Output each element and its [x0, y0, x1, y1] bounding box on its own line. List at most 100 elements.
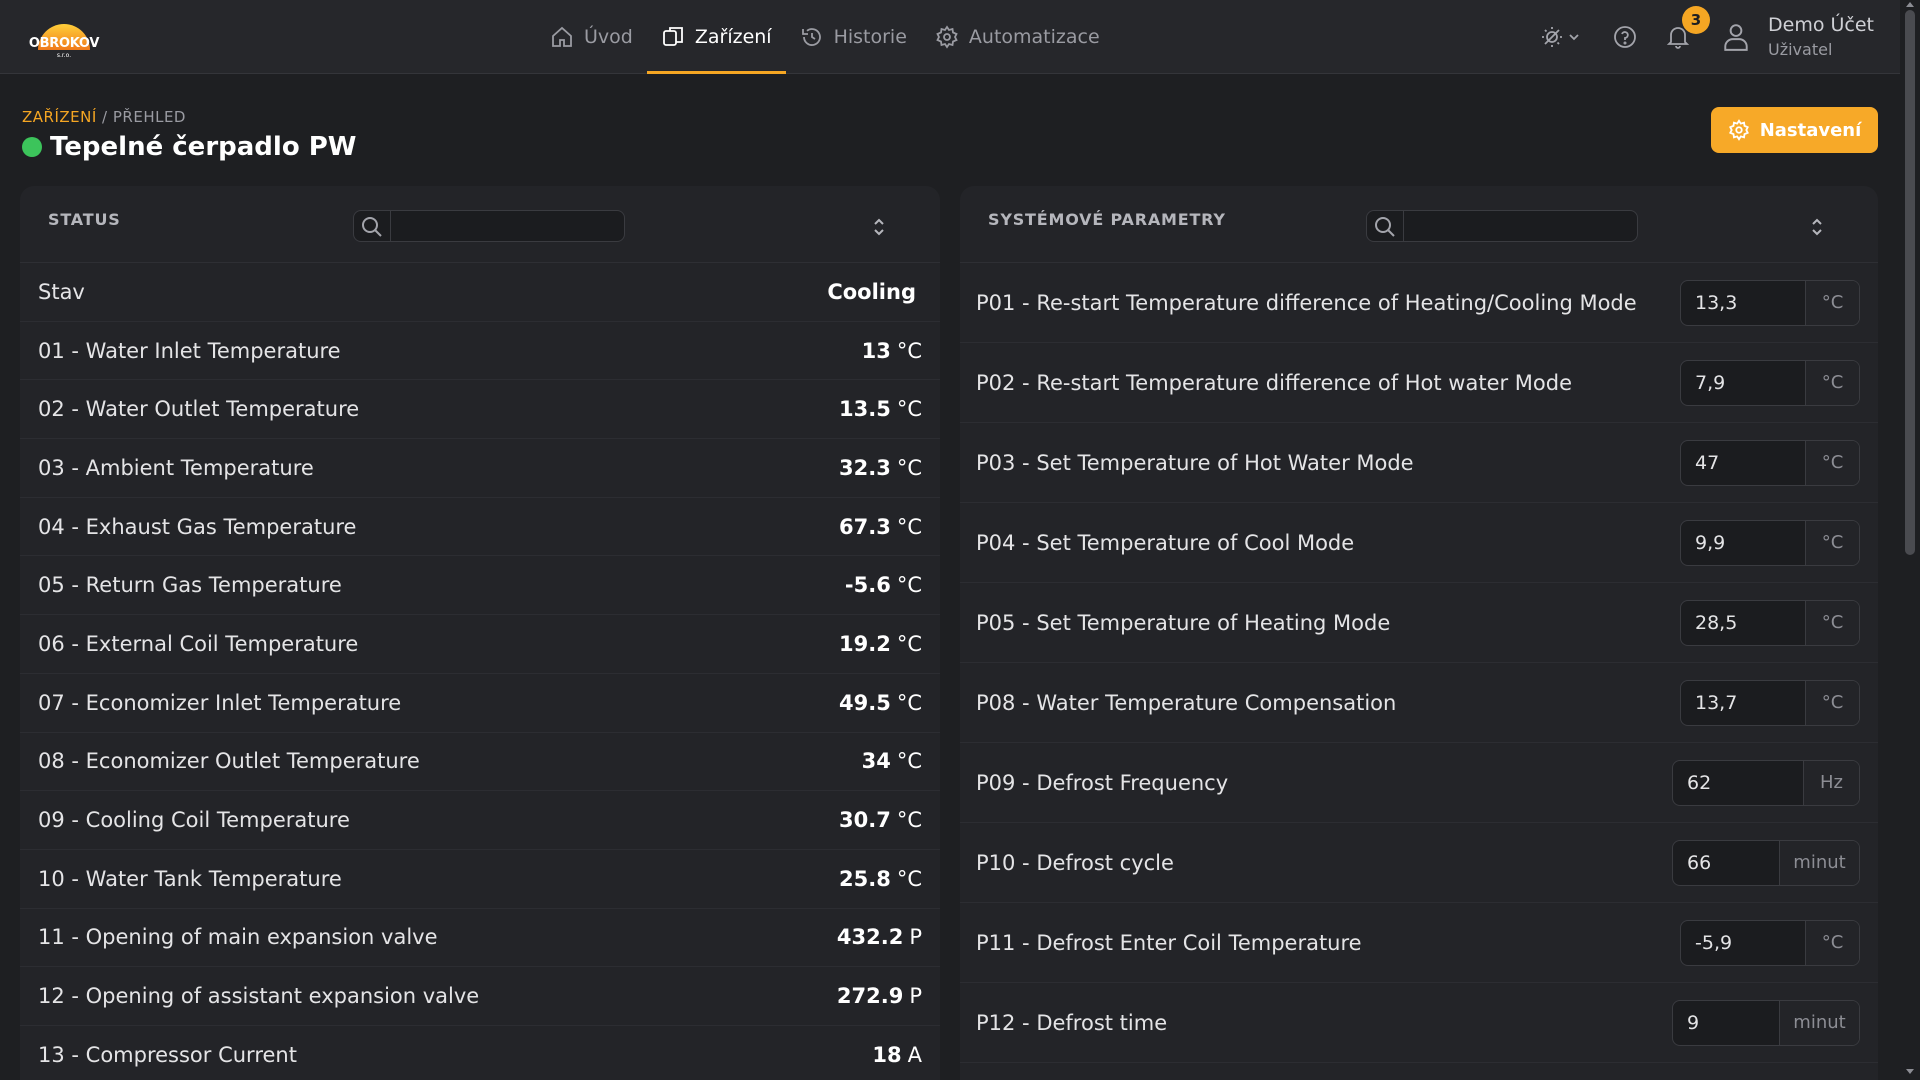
param-value-field[interactable]: 13,3 °C	[1680, 279, 1860, 326]
param-label: P03 - Set Temperature of Hot Water Mode	[976, 450, 1414, 475]
status-row: 08 - Economizer Outlet Temperature 34 °C	[20, 733, 940, 792]
search-divider	[1403, 211, 1404, 241]
chevron-down-icon	[1569, 34, 1579, 41]
param-value-field[interactable]: -5,9 °C	[1680, 919, 1860, 966]
status-row: 10 - Water Tank Temperature 25.8 °C	[20, 850, 940, 909]
param-value[interactable]: -5,9	[1681, 921, 1805, 965]
status-sort-toggle[interactable]	[870, 216, 888, 238]
param-label: P02 - Re-start Temperature difference of…	[976, 370, 1573, 395]
status-label: 02 - Water Outlet Temperature	[38, 397, 360, 422]
param-value[interactable]: 13,7	[1681, 681, 1805, 725]
settings-label: Nastavení	[1759, 119, 1862, 141]
help-button[interactable]	[1612, 24, 1638, 50]
status-panel-title: STATUS	[48, 210, 121, 229]
status-value-number: 432.2	[836, 925, 904, 950]
brand-logo[interactable]: OBROKOV s.r.o.	[26, 12, 102, 64]
nav-label: Úvod	[584, 26, 633, 48]
nav-item-historie[interactable]: Historie	[786, 0, 921, 74]
status-value-unit: °C	[896, 573, 922, 598]
status-row: 05 - Return Gas Temperature -5.6 °C	[20, 556, 940, 616]
param-value-field[interactable]: 62 Hz	[1672, 759, 1860, 806]
search-icon	[362, 217, 382, 237]
nav-item-uvod[interactable]: Úvod	[536, 0, 647, 74]
param-value-field[interactable]: 47 °C	[1680, 439, 1860, 486]
params-sort-toggle[interactable]	[1808, 216, 1826, 238]
status-panel: STATUS Stav Cooling 01 - Water Inlet Tempe…	[20, 186, 940, 1080]
param-value[interactable]: 9,9	[1681, 521, 1805, 565]
param-row: P10 - Defrost cycle 66 minut	[960, 823, 1878, 903]
status-value-unit: °C	[896, 455, 922, 480]
status-value-number: 34	[861, 749, 891, 774]
scroll-thumb[interactable]	[1905, 10, 1915, 555]
breadcrumb-section[interactable]: ZAŘÍZENÍ	[22, 108, 97, 126]
param-row: P02 - Re-start Temperature difference of…	[960, 343, 1878, 423]
param-value-field[interactable]: 9 minut	[1672, 999, 1860, 1046]
status-label: 13 - Compressor Current	[38, 1042, 297, 1067]
status-value: 32.3 °C	[839, 456, 922, 480]
param-label: P09 - Defrost Frequency	[976, 770, 1229, 795]
status-panel-header: STATUS	[20, 186, 940, 263]
status-row: 07 - Economizer Inlet Temperature 49.5 °C	[20, 674, 940, 733]
nav-item-zarizeni[interactable]: Zařízení	[646, 0, 786, 74]
search-icon	[1375, 217, 1395, 237]
theme-toggle[interactable]	[1540, 24, 1580, 50]
param-value-field[interactable]: 9,9 °C	[1680, 519, 1860, 566]
settings-button[interactable]: Nastavení	[1711, 107, 1878, 153]
breadcrumb-separator: /	[96, 108, 113, 126]
param-value-field[interactable]: 13,7 °C	[1680, 679, 1860, 726]
param-value[interactable]: 13,3	[1681, 281, 1805, 325]
param-unit: °C	[1805, 680, 1859, 725]
main-nav: Úvod Zařízení Historie Automatizace	[536, 0, 1114, 74]
param-value[interactable]: 62	[1673, 761, 1803, 805]
param-label: P11 - Defrost Enter Coil Temperature	[976, 930, 1362, 955]
status-search-input[interactable]	[394, 213, 618, 239]
param-label: P10 - Defrost cycle	[976, 850, 1174, 875]
status-label: 07 - Economizer Inlet Temperature	[38, 690, 402, 715]
status-value-number: 19.2	[839, 631, 891, 656]
status-value: 272.9 P	[837, 984, 922, 1008]
status-value-number: 13.5	[839, 397, 891, 422]
user-name[interactable]: Demo Účet	[1768, 14, 1874, 36]
params-search-input[interactable]	[1407, 213, 1631, 239]
status-label: 01 - Water Inlet Temperature	[38, 338, 341, 363]
status-row: 13 - Compressor Current 18 A	[20, 1026, 940, 1080]
scroll-up-icon[interactable]	[1905, 0, 1915, 8]
param-value-field[interactable]: 7,9 °C	[1680, 359, 1860, 406]
devices-icon	[662, 27, 683, 46]
status-row: 12 - Opening of assistant expansion valv…	[20, 967, 940, 1026]
status-value: 34 °C	[862, 749, 922, 773]
param-value[interactable]: 47	[1681, 441, 1805, 485]
param-value-field[interactable]: 28,5 °C	[1680, 599, 1860, 646]
nav-item-automatizace[interactable]: Automatizace	[921, 0, 1114, 74]
status-row: 03 - Ambient Temperature 32.3 °C	[20, 439, 940, 498]
page-scrollbar[interactable]	[1900, 0, 1920, 1080]
status-value-unit: °C	[896, 631, 922, 656]
status-label: 12 - Opening of assistant expansion valv…	[38, 984, 480, 1009]
status-value: 19.2 °C	[839, 632, 922, 656]
param-unit: °C	[1805, 280, 1859, 325]
params-list: P01 - Re-start Temperature difference of…	[960, 263, 1878, 1063]
param-value[interactable]: 7,9	[1681, 361, 1805, 405]
scroll-down-icon[interactable]	[1905, 1068, 1915, 1076]
status-value: 25.8 °C	[839, 867, 922, 891]
status-value-unit: °C	[896, 690, 922, 715]
param-row: P03 - Set Temperature of Hot Water Mode 4…	[960, 423, 1878, 503]
help-icon	[1614, 26, 1636, 48]
search-divider	[390, 211, 391, 241]
status-value-number: -5.6	[844, 573, 891, 598]
user-role: Uživatel	[1768, 40, 1833, 59]
user-avatar[interactable]	[1722, 22, 1750, 52]
status-value-number: 67.3	[839, 514, 891, 539]
notification-badge: 3	[1682, 6, 1710, 34]
status-value-number: 32.3	[839, 455, 891, 480]
status-value: 13.5 °C	[839, 397, 922, 421]
param-value[interactable]: 66	[1673, 841, 1779, 885]
param-value-field[interactable]: 66 minut	[1672, 839, 1860, 886]
status-value-number: 272.9	[836, 984, 904, 1009]
online-status-dot	[22, 137, 42, 157]
params-search	[1366, 210, 1638, 242]
status-label: 03 - Ambient Temperature	[38, 455, 314, 480]
param-value[interactable]: 28,5	[1681, 601, 1805, 645]
status-label: 05 - Return Gas Temperature	[38, 573, 342, 598]
param-value[interactable]: 9	[1673, 1001, 1779, 1045]
